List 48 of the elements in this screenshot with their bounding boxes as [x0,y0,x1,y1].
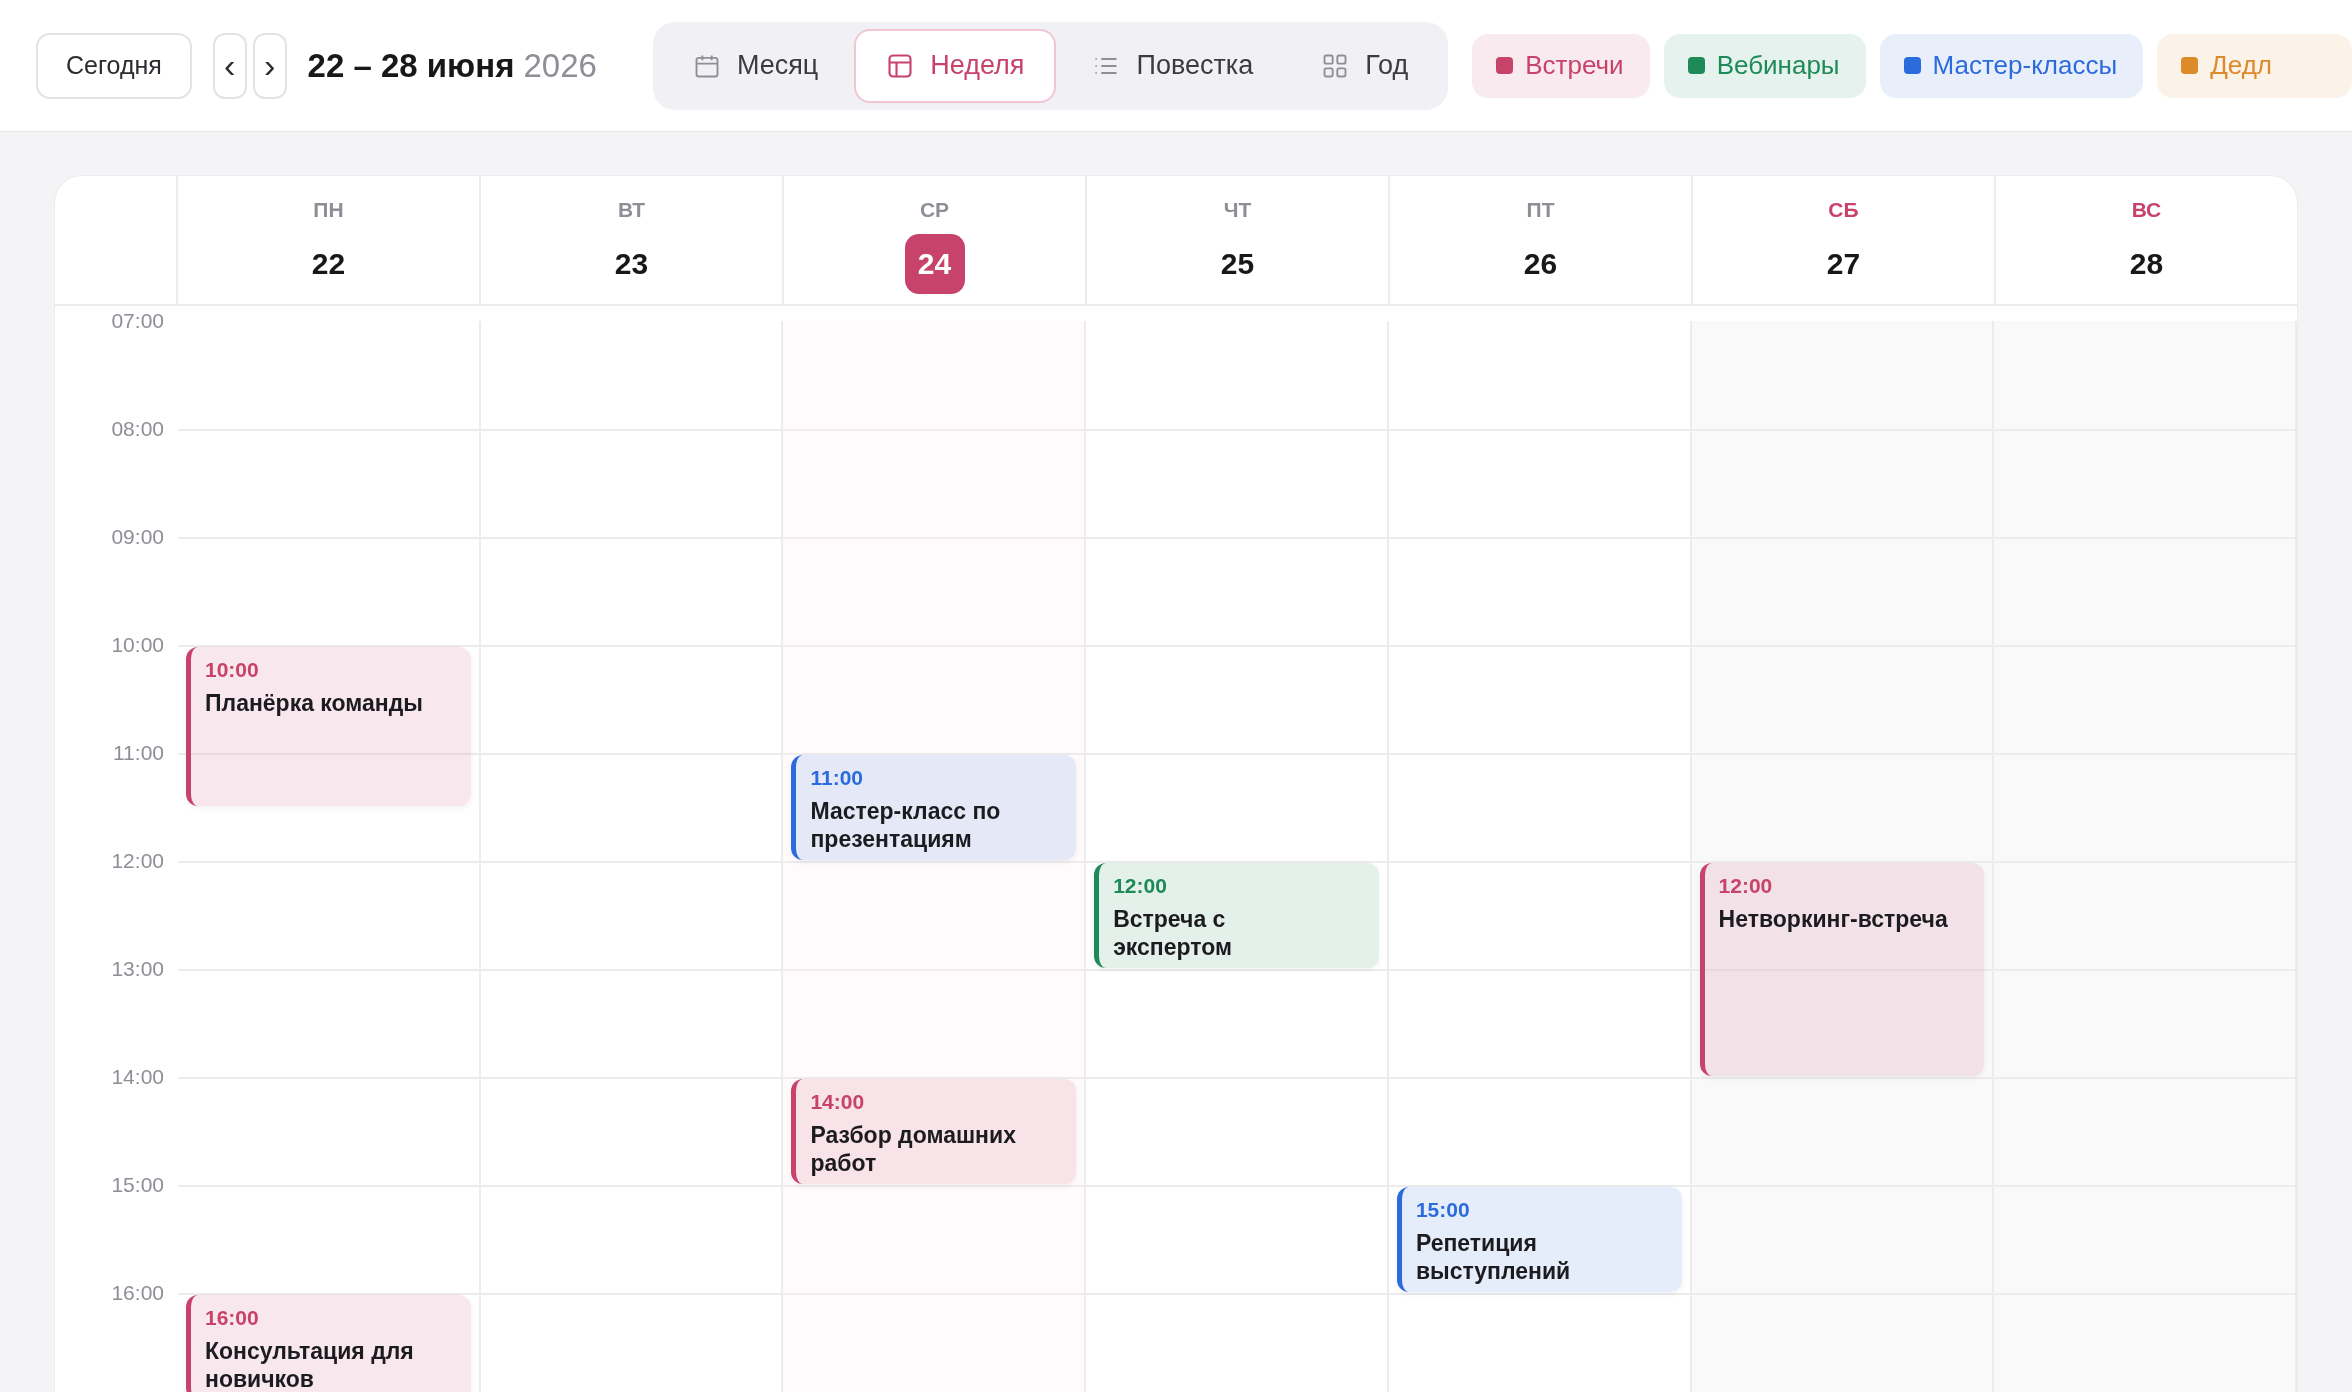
category-filter[interactable]: Вебинары [1663,33,1866,98]
date-label: 28 [2129,246,2164,282]
date-label: 27 [1826,246,1861,282]
date-label: 23 [614,246,649,282]
event-title: Нетворкинг-встреча [1718,905,1949,933]
view-tab[interactable]: Год [1289,28,1441,103]
event-title: Планёрка команды [205,689,424,717]
weekday-label: ВТ [617,197,646,223]
event-time: 14:00 [810,1089,865,1115]
today-date-badge: 24 [904,233,965,294]
date-label: 22 [311,246,346,282]
event-title: Встреча с экспертом [1113,905,1233,961]
weekday-label: ПН [313,197,344,223]
event-time: 11:00 [810,765,863,791]
table-icon [886,51,915,80]
category-filter[interactable]: Мастер-классы [1879,33,2144,98]
next-button[interactable]: › [252,32,287,99]
previous-button[interactable]: ‹ [212,32,247,99]
weekday-label: ЧТ [1223,197,1252,223]
date-range: 22 – 28 июня [307,45,515,86]
view-tab[interactable]: Месяц [660,28,851,103]
event-card[interactable]: 11:00 Мастер-класс по презентациям [791,755,1077,860]
weekday-label: СБ [1828,197,1859,223]
weekday-label: ВС [2131,197,2162,223]
event-time: 12:00 [1113,873,1167,899]
event-card[interactable]: 14:00 Разбор домашних работ [791,1079,1077,1184]
event-title: Мастер-класс по презентациям [810,797,1002,853]
event-card[interactable]: 12:00 Нетворкинг-встреча [1699,863,1985,1076]
date-label: 26 [1523,246,1558,282]
event-time: 15:00 [1415,1197,1470,1223]
event-card[interactable]: 16:00 Консультация для новичков [186,1295,471,1392]
view-tab[interactable]: Неделя [854,28,1057,103]
event-title: Консультация для новичков [205,1337,415,1392]
event-card[interactable]: 12:00 Встреча с экспертом [1094,863,1379,968]
event-title: Репетиция выступлений [1415,1229,1572,1285]
year-label: 2026 [523,45,597,86]
today-button[interactable]: Сегодня [36,32,192,99]
event-title: Разбор домашних работ [810,1121,1017,1177]
event-time: 16:00 [205,1305,259,1331]
event-card[interactable]: 10:00 Планёрка команды [186,647,471,806]
event-card[interactable]: 15:00 Репетиция выступлений [1396,1187,1682,1292]
event-time: 12:00 [1718,873,1773,899]
weekday-label: ПТ [1526,197,1555,223]
weekday-label: СР [919,197,950,223]
event-time: 10:00 [205,657,259,683]
category-filter[interactable]: Встречи [1472,33,1650,98]
view-tab[interactable]: Повестка [1060,28,1286,103]
date-label: 25 [1220,246,1255,282]
